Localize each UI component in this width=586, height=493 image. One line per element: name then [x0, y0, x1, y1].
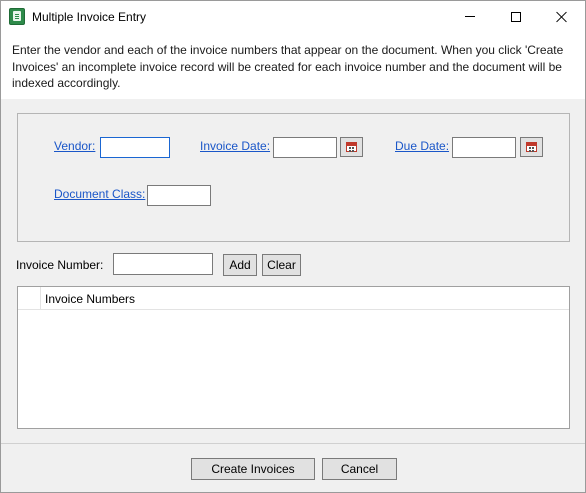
window-title: Multiple Invoice Entry — [32, 10, 147, 24]
due-date-calendar-button[interactable] — [520, 137, 543, 157]
cancel-button[interactable]: Cancel — [322, 458, 397, 480]
grid-header: Invoice Numbers — [18, 287, 569, 310]
vendor-field[interactable] — [100, 137, 170, 158]
app-document-icon — [9, 8, 25, 25]
invoice-date-input[interactable] — [274, 138, 336, 157]
maximize-icon — [511, 11, 521, 22]
grid-row-header-corner[interactable] — [18, 287, 41, 310]
due-date-link[interactable]: Due Date: — [395, 139, 449, 153]
column-header-invoice-numbers[interactable]: Invoice Numbers — [45, 292, 135, 306]
invoice-number-field[interactable] — [113, 253, 213, 275]
invoice-details-group: Vendor: Invoice Date: Due Date: Document… — [17, 113, 570, 242]
invoice-numbers-grid[interactable]: Invoice Numbers — [17, 286, 570, 429]
due-date-input[interactable] — [453, 138, 515, 157]
title-bar[interactable]: Multiple Invoice Entry — [1, 1, 585, 32]
clear-button[interactable]: Clear — [262, 254, 301, 276]
calendar-icon — [346, 142, 357, 152]
document-class-field[interactable] — [147, 185, 211, 206]
document-class-input[interactable] — [148, 186, 210, 205]
invoice-number-input[interactable] — [114, 254, 212, 274]
invoice-date-link[interactable]: Invoice Date: — [200, 139, 270, 153]
dialog-window: Multiple Invoice Entry Enter the vendor … — [0, 0, 586, 493]
invoice-date-calendar-button[interactable] — [340, 137, 363, 157]
add-button[interactable]: Add — [223, 254, 257, 276]
document-class-link[interactable]: Document Class: — [54, 187, 145, 201]
due-date-field[interactable] — [452, 137, 516, 158]
close-icon — [556, 11, 568, 23]
invoice-date-field[interactable] — [273, 137, 337, 158]
minimize-icon — [465, 16, 475, 17]
maximize-button[interactable] — [493, 1, 539, 32]
vendor-input[interactable] — [101, 138, 169, 157]
footer-divider — [1, 443, 585, 444]
close-button[interactable] — [539, 1, 585, 32]
instructions-text: Enter the vendor and each of the invoice… — [1, 32, 585, 99]
calendar-icon — [526, 142, 537, 152]
invoice-number-label: Invoice Number: — [16, 258, 104, 272]
create-invoices-button[interactable]: Create Invoices — [191, 458, 315, 480]
minimize-button[interactable] — [447, 1, 493, 32]
vendor-link[interactable]: Vendor: — [54, 139, 95, 153]
